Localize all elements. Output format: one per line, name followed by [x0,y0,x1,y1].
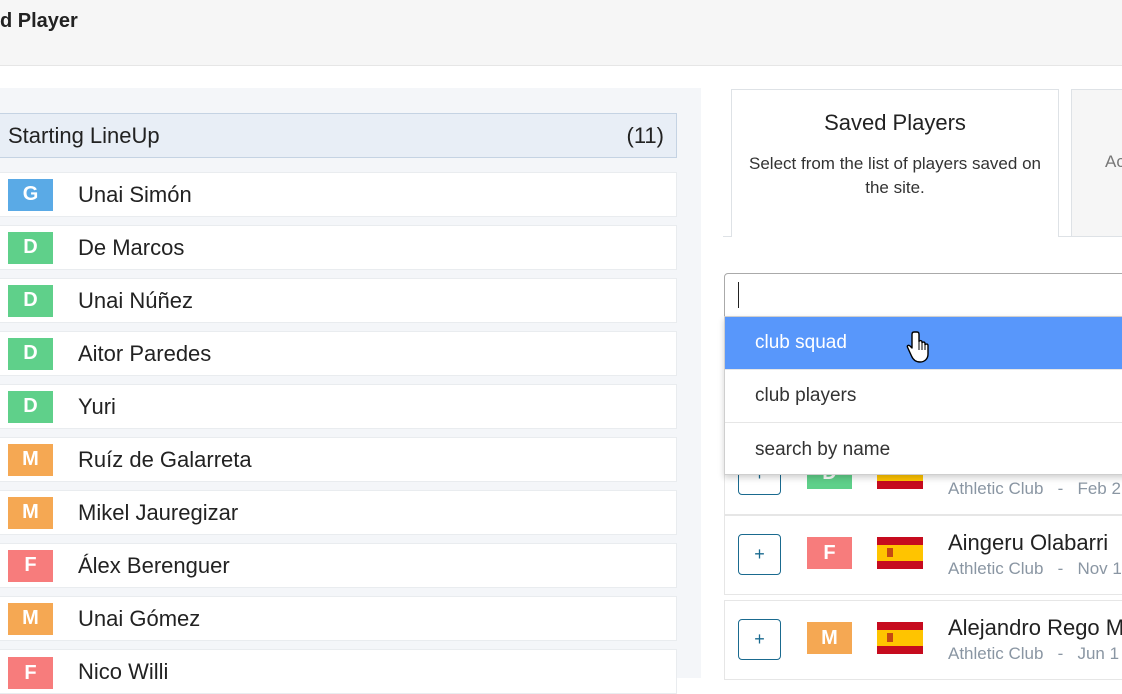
player-result-card: + M Alejandro Rego M Athletic Club - Jun… [724,600,1122,680]
position-badge: D [8,284,53,317]
tab-saved-players-title: Saved Players [824,110,966,135]
meta-separator: - [1057,479,1064,498]
lineup-player-row[interactable]: D Unai Núñez [0,278,677,323]
player-search-input[interactable] [724,273,1122,317]
player-name: Unai Núñez [78,287,193,313]
player-name: Unai Simón [78,181,192,207]
spain-flag-icon [877,622,923,654]
position-badge: F [8,549,53,582]
lineup-player-row[interactable]: F Nico Willi [0,649,677,694]
player-result-club: Athletic Club [948,479,1044,498]
position-badge: F [807,537,852,569]
position-badge: M [8,496,53,529]
meta-separator: - [1057,644,1064,663]
player-name: Nico Willi [78,658,169,684]
tab-saved-players-desc: Select from the list of players saved on… [749,154,1041,197]
position-badge: D [8,390,53,423]
player-name: De Marcos [78,234,185,260]
tab-add-player-desc: Ac [1105,152,1122,171]
add-player-button[interactable]: + [738,534,781,575]
lineup-player-row[interactable]: D Aitor Paredes [0,331,677,376]
player-name: Unai Gómez [78,605,201,631]
lineup-title: Starting LineUp [8,122,160,148]
player-name: Ruíz de Galarreta [78,446,252,472]
spain-flag-icon [877,537,923,569]
position-badge: D [8,337,53,370]
hand-pointer-cursor-icon [906,331,929,363]
player-result-date: Feb 2 [1077,479,1121,498]
meta-separator: - [1057,559,1064,578]
player-result-club: Athletic Club [948,559,1044,578]
position-badge: M [807,622,852,654]
text-caret [738,282,739,308]
player-result-date: Jun 1 [1077,644,1120,663]
player-result-meta: Athletic Club - Feb 2 [948,479,1121,499]
lineup-player-row[interactable]: M Mikel Jauregizar [0,490,677,535]
player-result-meta: Athletic Club - Jun 1 [948,644,1119,664]
tab-divider [723,236,731,237]
lineup-player-row[interactable]: D De Marcos [0,225,677,270]
tab-saved-players[interactable]: Saved Players Select from the list of pl… [731,89,1059,237]
player-name: Álex Berenguer [78,552,230,578]
player-result-card: + F Aingeru Olabarri Athletic Club - Nov… [724,515,1122,595]
dropdown-option-club-players[interactable]: club players [725,370,1122,423]
position-badge: F [8,657,53,689]
lineup-player-row[interactable]: G Unai Simón [0,172,677,217]
position-badge: M [8,443,53,476]
player-result-meta: Athletic Club - Nov 1 [948,559,1122,579]
player-result-date: Nov 1 [1077,559,1122,578]
lineup-count: (11) [626,122,665,148]
player-result-name: Alejandro Rego M [948,615,1122,640]
player-name: Mikel Jauregizar [78,499,239,525]
position-badge: G [8,178,53,211]
position-badge: D [8,231,53,264]
lineup-player-row[interactable]: F Álex Berenguer [0,543,677,588]
lineup-player-row[interactable]: M Unai Gómez [0,596,677,641]
tab-divider [1058,236,1072,237]
player-result-club: Athletic Club [948,644,1044,663]
lineup-player-row[interactable]: D Yuri [0,384,677,429]
tab-add-player[interactable]: Ac [1071,89,1122,237]
lineup-header: Starting LineUp (11) [0,113,677,158]
page-title: d Player [0,10,78,32]
player-name: Yuri [78,393,116,419]
player-result-name: Aingeru Olabarri [948,530,1109,555]
player-name: Aitor Paredes [78,340,212,366]
add-player-button[interactable]: + [738,619,781,660]
lineup-player-row[interactable]: M Ruíz de Galarreta [0,437,677,482]
position-badge: M [8,602,53,635]
dropdown-option-search-by-name[interactable]: search by name [725,423,1122,476]
page-header: d Player [0,0,1122,66]
